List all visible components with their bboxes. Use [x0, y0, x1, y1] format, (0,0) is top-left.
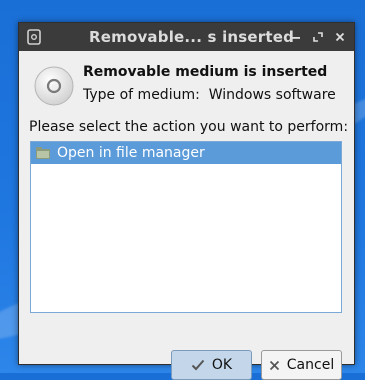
title-bar[interactable]: Removable... s inserted: [19, 23, 354, 51]
dialog-window: Removable... s inserted Removable medium…: [18, 22, 355, 380]
cancel-button-label: Cancel: [286, 357, 335, 373]
window-controls: [288, 28, 348, 46]
minimize-icon: [292, 37, 300, 39]
action-prompt: Please select the action you want to per…: [29, 119, 349, 135]
folder-icon: [35, 145, 51, 161]
maximize-button[interactable]: [310, 28, 326, 46]
ok-button[interactable]: OK: [171, 350, 252, 380]
close-button[interactable]: [332, 28, 348, 46]
checkmark-icon: [191, 359, 205, 371]
medium-type-label: Type of medium: Windows software: [83, 87, 336, 103]
ok-button-label: OK: [211, 357, 233, 373]
cancel-button[interactable]: Cancel: [261, 350, 342, 380]
list-item-open-in-file-manager[interactable]: Open in file manager: [31, 142, 341, 164]
maximize-icon: [313, 32, 323, 42]
close-icon: [335, 32, 345, 42]
removable-disc-icon: [33, 65, 75, 107]
window-title: Removable... s inserted: [89, 28, 295, 46]
list-item-label: Open in file manager: [57, 145, 205, 161]
action-list[interactable]: Open in file manager: [30, 141, 342, 313]
dialog-heading: Removable medium is inserted: [83, 64, 328, 80]
app-icon[interactable]: [25, 28, 43, 46]
minimize-button[interactable]: [288, 28, 304, 46]
close-icon: [269, 360, 280, 371]
